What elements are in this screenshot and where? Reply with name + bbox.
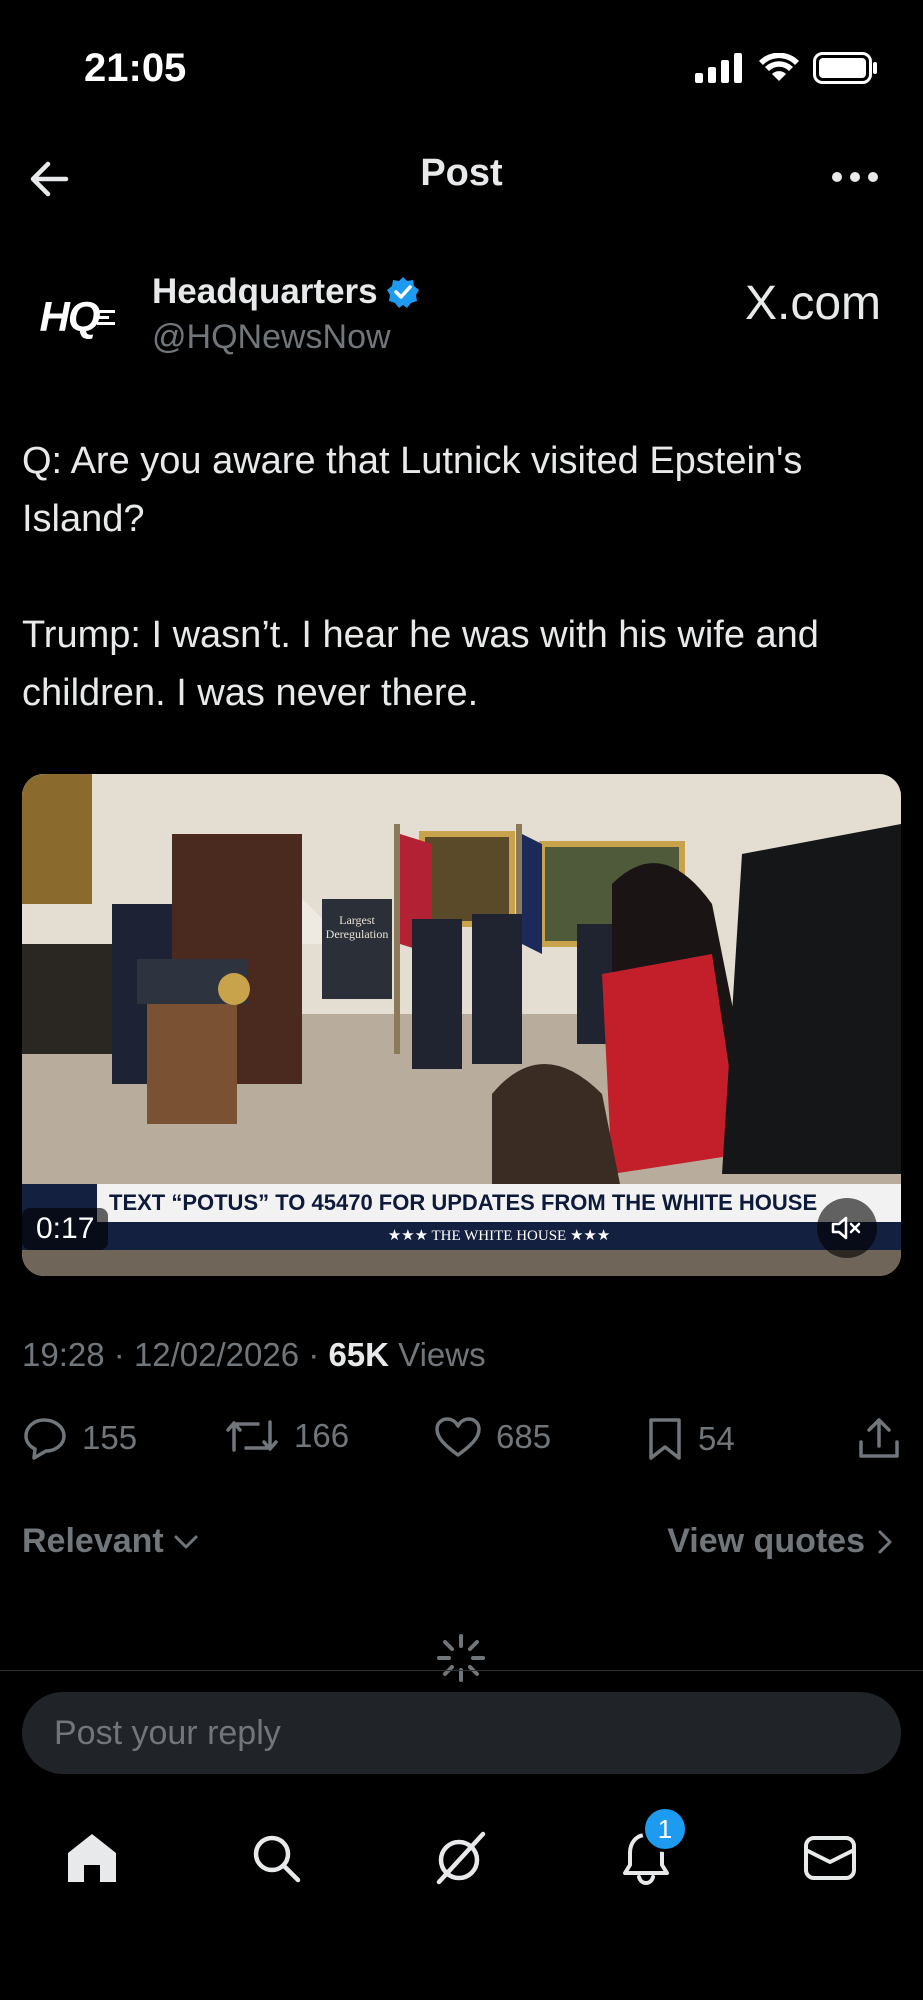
share-button[interactable] bbox=[857, 1416, 901, 1460]
status-time: 21:05 bbox=[84, 46, 187, 90]
repost-count: 166 bbox=[294, 1417, 350, 1454]
like-button[interactable]: 685 bbox=[434, 1416, 551, 1458]
wifi-icon bbox=[759, 53, 799, 81]
repost-icon bbox=[226, 1420, 278, 1452]
views-label: Views bbox=[398, 1336, 486, 1373]
banner-main-text: TEXT “POTUS” TO 45470 FOR UPDATES FROM T… bbox=[97, 1184, 901, 1222]
bookmark-button[interactable]: 54 bbox=[646, 1416, 735, 1462]
avatar[interactable]: HQ bbox=[28, 282, 128, 352]
notification-badge: 1 bbox=[642, 1806, 688, 1852]
mail-icon bbox=[804, 1836, 856, 1880]
verified-badge-icon bbox=[386, 277, 419, 308]
share-icon bbox=[859, 1418, 899, 1458]
mute-button[interactable] bbox=[817, 1198, 877, 1258]
more-options-button[interactable] bbox=[831, 170, 879, 189]
sort-label: Relevant bbox=[22, 1522, 164, 1560]
battery-icon bbox=[813, 52, 877, 84]
tab-grok[interactable] bbox=[421, 1818, 501, 1898]
author-handle[interactable]: @HQNewsNow bbox=[152, 318, 391, 357]
video-duration: 0:17 bbox=[22, 1208, 109, 1250]
tab-notifications[interactable]: 1 bbox=[606, 1806, 688, 1898]
speaker-muted-icon bbox=[831, 1216, 861, 1240]
bookmark-icon bbox=[649, 1418, 681, 1460]
post-time: 19:28 bbox=[22, 1336, 105, 1373]
banner-sub-text: ★★★ THE WHITE HOUSE ★★★ bbox=[97, 1222, 901, 1250]
bookmark-count: 54 bbox=[698, 1420, 735, 1457]
bottom-tab-bar: 1 bbox=[0, 1806, 923, 1898]
reply-composer[interactable] bbox=[22, 1692, 901, 1774]
status-icons bbox=[695, 52, 879, 84]
more-icon bbox=[832, 172, 878, 182]
reply-count: 155 bbox=[82, 1419, 138, 1456]
author-name-text: Headquarters bbox=[152, 272, 378, 311]
tab-messages[interactable] bbox=[790, 1818, 870, 1898]
loading-spinner bbox=[435, 1632, 487, 1689]
broadcast-banner: TEXT “POTUS” TO 45470 FOR UPDATES FROM T… bbox=[22, 1184, 901, 1250]
action-bar: 155 166 685 54 bbox=[22, 1416, 901, 1466]
post-meta: 19:28 · 12/02/2026 · 65K Views bbox=[22, 1336, 486, 1373]
tab-search[interactable] bbox=[236, 1818, 316, 1898]
search-icon bbox=[253, 1835, 301, 1883]
chevron-right-icon bbox=[878, 1530, 892, 1553]
logo-lines-icon bbox=[96, 310, 115, 325]
post-date: 12/02/2026 bbox=[133, 1336, 300, 1373]
reply-icon bbox=[24, 1418, 66, 1460]
sort-replies-dropdown[interactable]: Relevant bbox=[22, 1522, 200, 1561]
home-icon bbox=[68, 1834, 116, 1882]
tweet-text: Q: Are you aware that Lutnick visited Ep… bbox=[22, 440, 819, 714]
like-count: 685 bbox=[496, 1418, 552, 1455]
spinner-icon bbox=[437, 1634, 485, 1682]
author-name[interactable]: Headquarters bbox=[152, 272, 420, 312]
reply-input[interactable] bbox=[52, 1712, 876, 1754]
view-quotes-label: View quotes bbox=[667, 1522, 865, 1560]
tab-home[interactable] bbox=[52, 1818, 132, 1898]
divider bbox=[0, 1670, 923, 1671]
grok-icon bbox=[436, 1831, 486, 1885]
video-player[interactable]: Largest Deregulation TEXT “POTUS” TO 454… bbox=[22, 774, 901, 1276]
view-quotes-link[interactable]: View quotes bbox=[667, 1522, 893, 1561]
page-title: Post bbox=[420, 152, 503, 194]
heart-icon bbox=[435, 1417, 481, 1457]
chevron-down-icon bbox=[174, 1535, 198, 1548]
avatar-logo-text: HQ bbox=[39, 293, 101, 340]
reply-button[interactable]: 155 bbox=[22, 1416, 137, 1460]
source-watermark: X.com bbox=[744, 277, 881, 330]
views-count: 65K bbox=[328, 1336, 389, 1373]
repost-button[interactable]: 166 bbox=[224, 1416, 349, 1456]
signal-icon bbox=[695, 53, 742, 83]
easel-sign: Largest Deregulation bbox=[325, 913, 389, 941]
